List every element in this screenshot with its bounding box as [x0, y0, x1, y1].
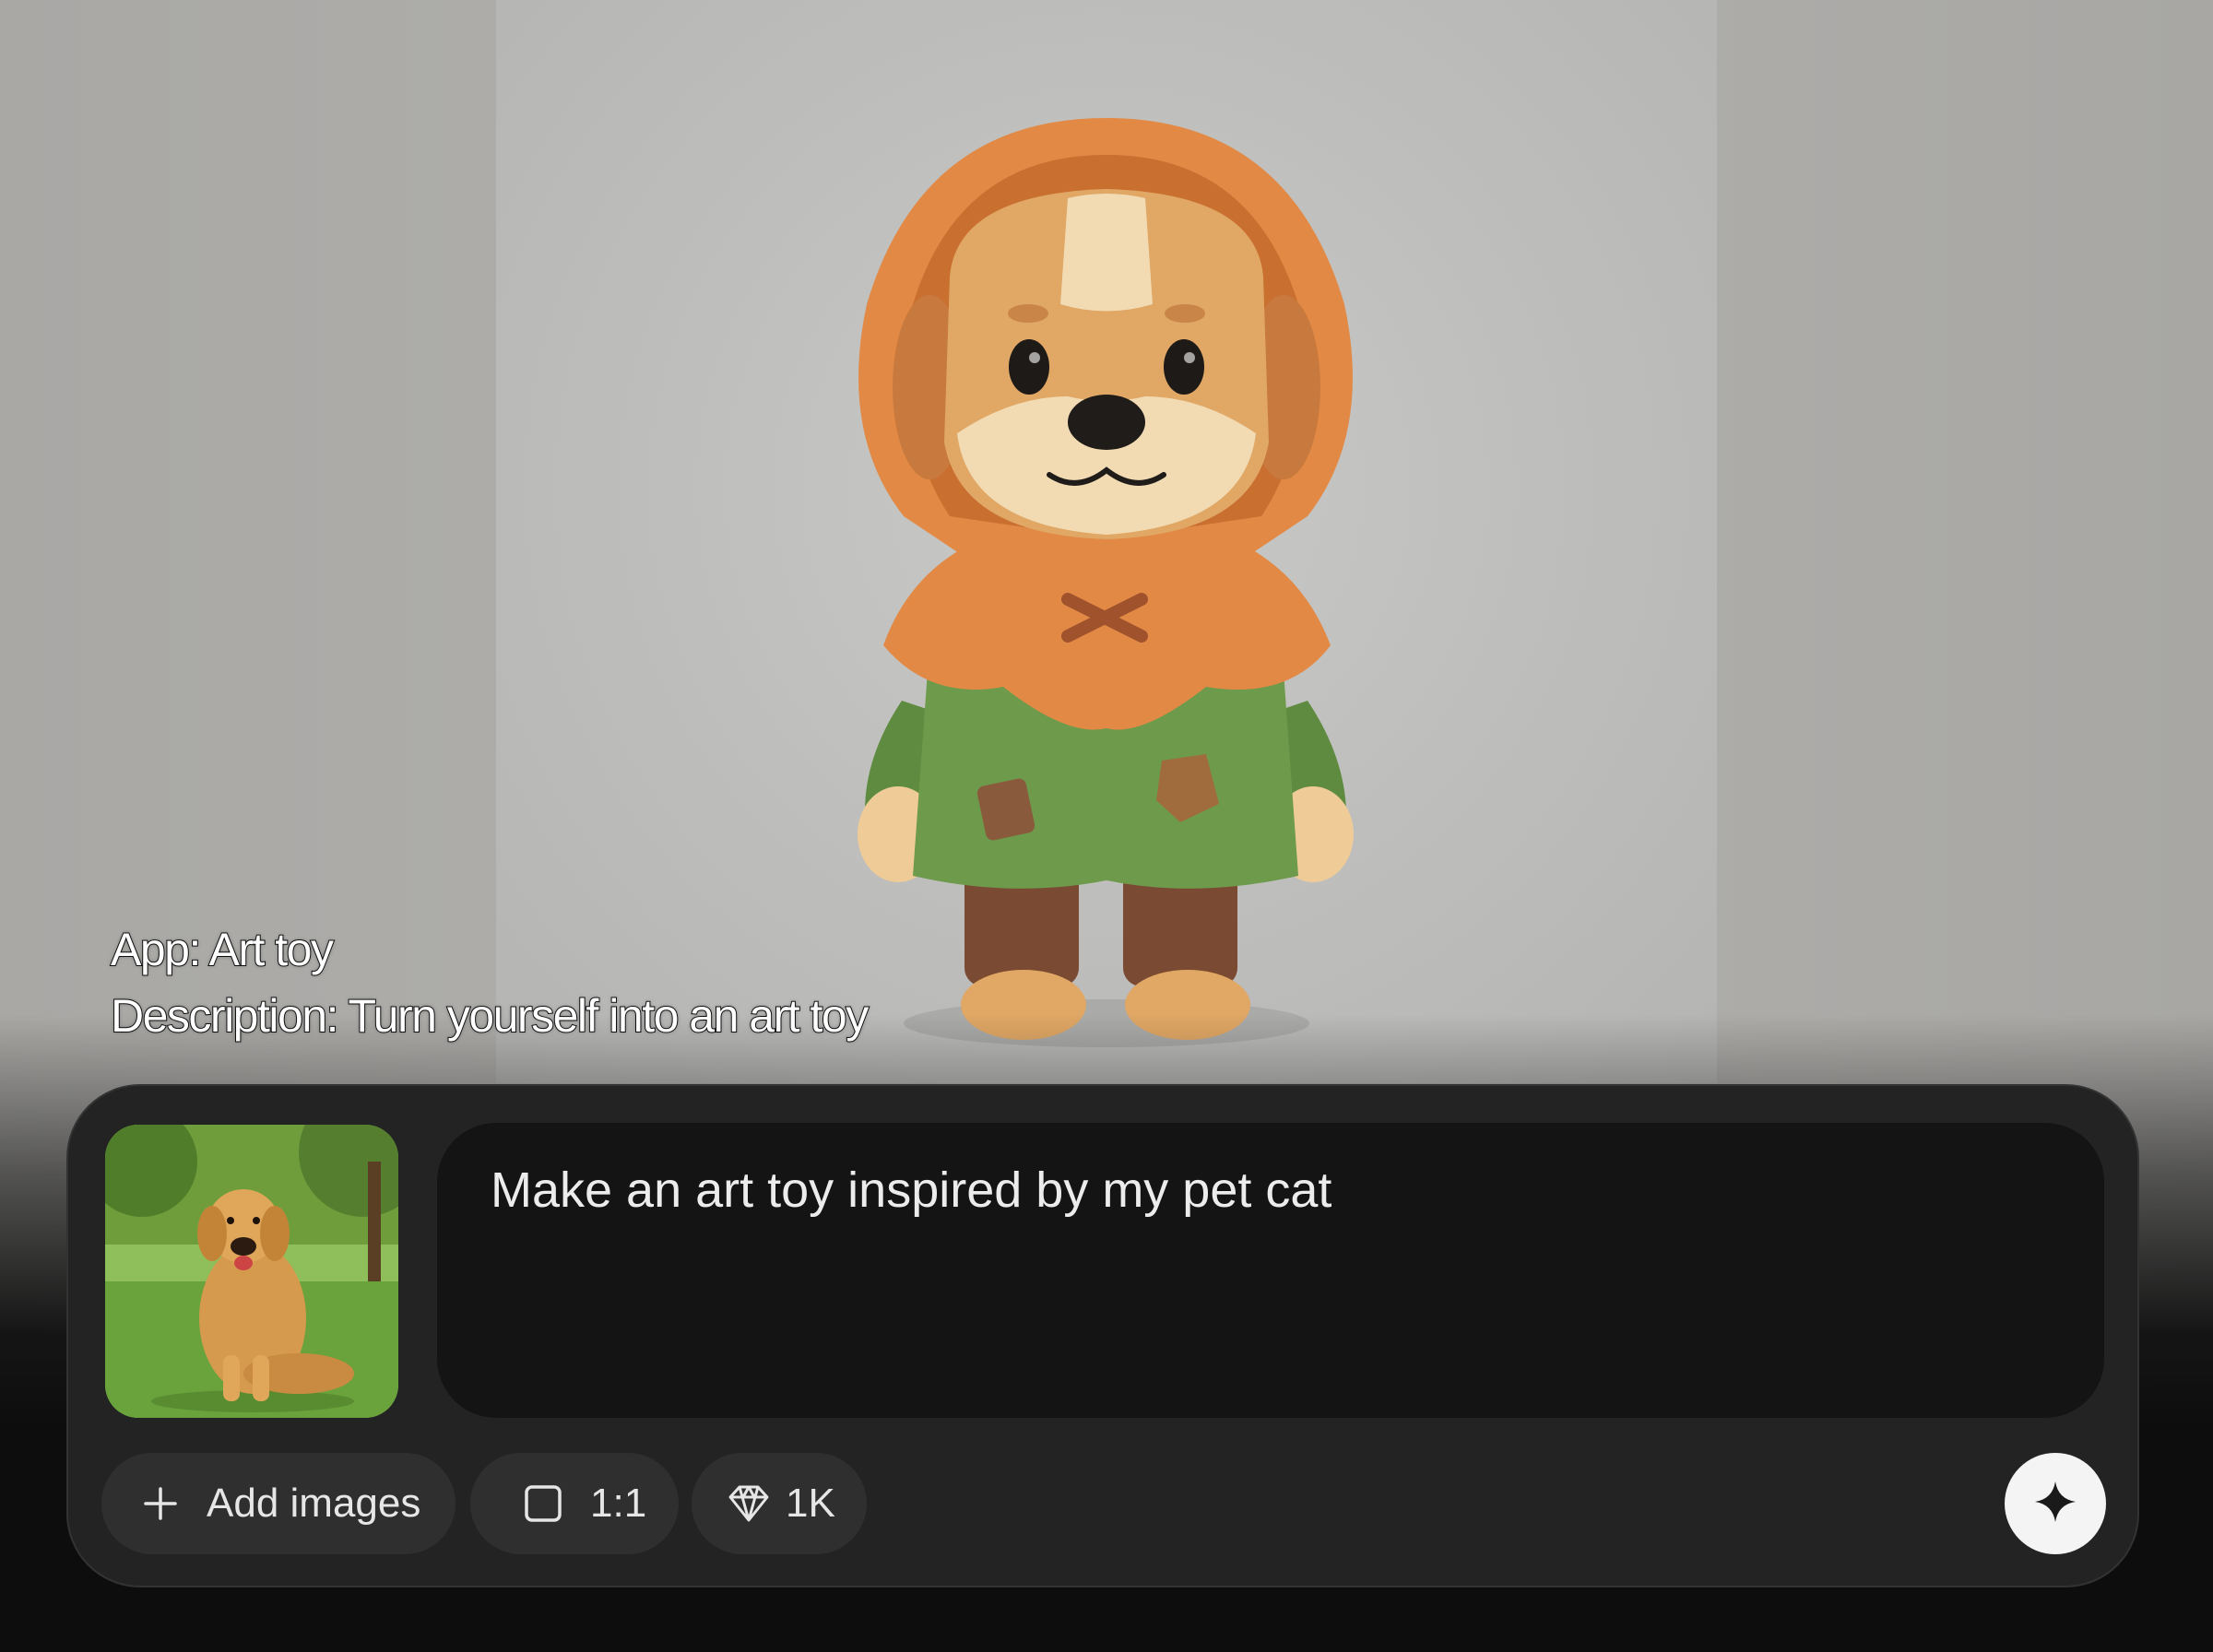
prompt-input[interactable]: Make an art toy inspired by my pet cat: [437, 1123, 2104, 1418]
add-images-label: Add images: [207, 1481, 421, 1526]
square-icon: [524, 1484, 562, 1523]
composer-panel: Make an art toy inspired by my pet cat A…: [66, 1084, 2139, 1587]
resolution-label: 1K: [786, 1481, 835, 1526]
dog-photo: [105, 1125, 398, 1418]
sparkle-icon: [2033, 1480, 2077, 1528]
plus-icon: [142, 1485, 179, 1522]
reference-image-thumbnail[interactable]: [105, 1125, 398, 1418]
resolution-button[interactable]: 1K: [692, 1453, 867, 1554]
app-caption: App: Art toy Description: Turn yourself …: [110, 916, 870, 1049]
generate-button[interactable]: [2005, 1453, 2106, 1554]
prompt-text[interactable]: Make an art toy inspired by my pet cat: [491, 1162, 1331, 1219]
aspect-ratio-label: 1:1: [590, 1481, 647, 1526]
aspect-ratio-button[interactable]: 1:1: [470, 1453, 679, 1554]
diamond-icon: [727, 1484, 771, 1523]
add-images-button[interactable]: Add images: [101, 1453, 456, 1554]
app-description-line: Description: Turn yourself into an art t…: [110, 989, 870, 1043]
app-name-line: App: Art toy: [110, 923, 335, 976]
